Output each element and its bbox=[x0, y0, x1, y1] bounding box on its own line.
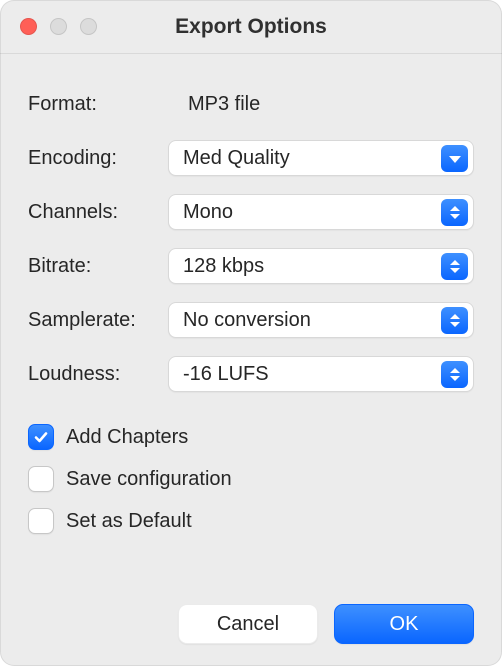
encoding-select-value: Med Quality bbox=[183, 147, 290, 170]
close-window-button[interactable] bbox=[20, 18, 37, 35]
encoding-select[interactable]: Med Quality bbox=[168, 140, 474, 176]
bitrate-label: Bitrate: bbox=[28, 255, 168, 278]
set-default-checkbox[interactable] bbox=[28, 508, 54, 534]
set-default-label: Set as Default bbox=[66, 510, 192, 533]
save-config-checkbox[interactable] bbox=[28, 466, 54, 492]
loudness-label: Loudness: bbox=[28, 363, 168, 386]
window-controls bbox=[20, 18, 97, 35]
add-chapters-row: Add Chapters bbox=[28, 424, 474, 450]
checkmark-icon bbox=[33, 429, 49, 445]
samplerate-row: Samplerate: No conversion bbox=[28, 300, 474, 340]
encoding-row: Encoding: Med Quality bbox=[28, 138, 474, 178]
cancel-button[interactable]: Cancel bbox=[178, 604, 318, 644]
bitrate-select-value: 128 kbps bbox=[183, 255, 264, 278]
samplerate-select[interactable]: No conversion bbox=[168, 302, 474, 338]
updown-icon bbox=[441, 307, 468, 334]
channels-select[interactable]: Mono bbox=[168, 194, 474, 230]
save-config-label: Save configuration bbox=[66, 468, 232, 491]
add-chapters-label: Add Chapters bbox=[66, 426, 188, 449]
bitrate-select[interactable]: 128 kbps bbox=[168, 248, 474, 284]
add-chapters-checkbox[interactable] bbox=[28, 424, 54, 450]
ok-button[interactable]: OK bbox=[334, 604, 474, 644]
minimize-window-button bbox=[50, 18, 67, 35]
zoom-window-button bbox=[80, 18, 97, 35]
updown-icon bbox=[441, 199, 468, 226]
set-default-row: Set as Default bbox=[28, 508, 474, 534]
format-label: Format: bbox=[28, 93, 168, 116]
loudness-select-value: -16 LUFS bbox=[183, 363, 269, 386]
loudness-row: Loudness: -16 LUFS bbox=[28, 354, 474, 394]
encoding-label: Encoding: bbox=[28, 147, 168, 170]
loudness-select[interactable]: -16 LUFS bbox=[168, 356, 474, 392]
updown-icon bbox=[441, 253, 468, 280]
titlebar: Export Options bbox=[0, 0, 502, 54]
dialog-actions: Cancel OK bbox=[0, 596, 502, 666]
format-value: MP3 file bbox=[168, 93, 260, 116]
channels-row: Channels: Mono bbox=[28, 192, 474, 232]
bitrate-row: Bitrate: 128 kbps bbox=[28, 246, 474, 286]
channels-label: Channels: bbox=[28, 201, 168, 224]
chevron-down-icon bbox=[441, 145, 468, 172]
dialog-content: Format: MP3 file Encoding: Med Quality C… bbox=[0, 54, 502, 596]
samplerate-label: Samplerate: bbox=[28, 309, 168, 332]
updown-icon bbox=[441, 361, 468, 388]
export-options-dialog: Export Options Format: MP3 file Encoding… bbox=[0, 0, 502, 666]
save-config-row: Save configuration bbox=[28, 466, 474, 492]
channels-select-value: Mono bbox=[183, 201, 233, 224]
samplerate-select-value: No conversion bbox=[183, 309, 311, 332]
format-row: Format: MP3 file bbox=[28, 84, 474, 124]
